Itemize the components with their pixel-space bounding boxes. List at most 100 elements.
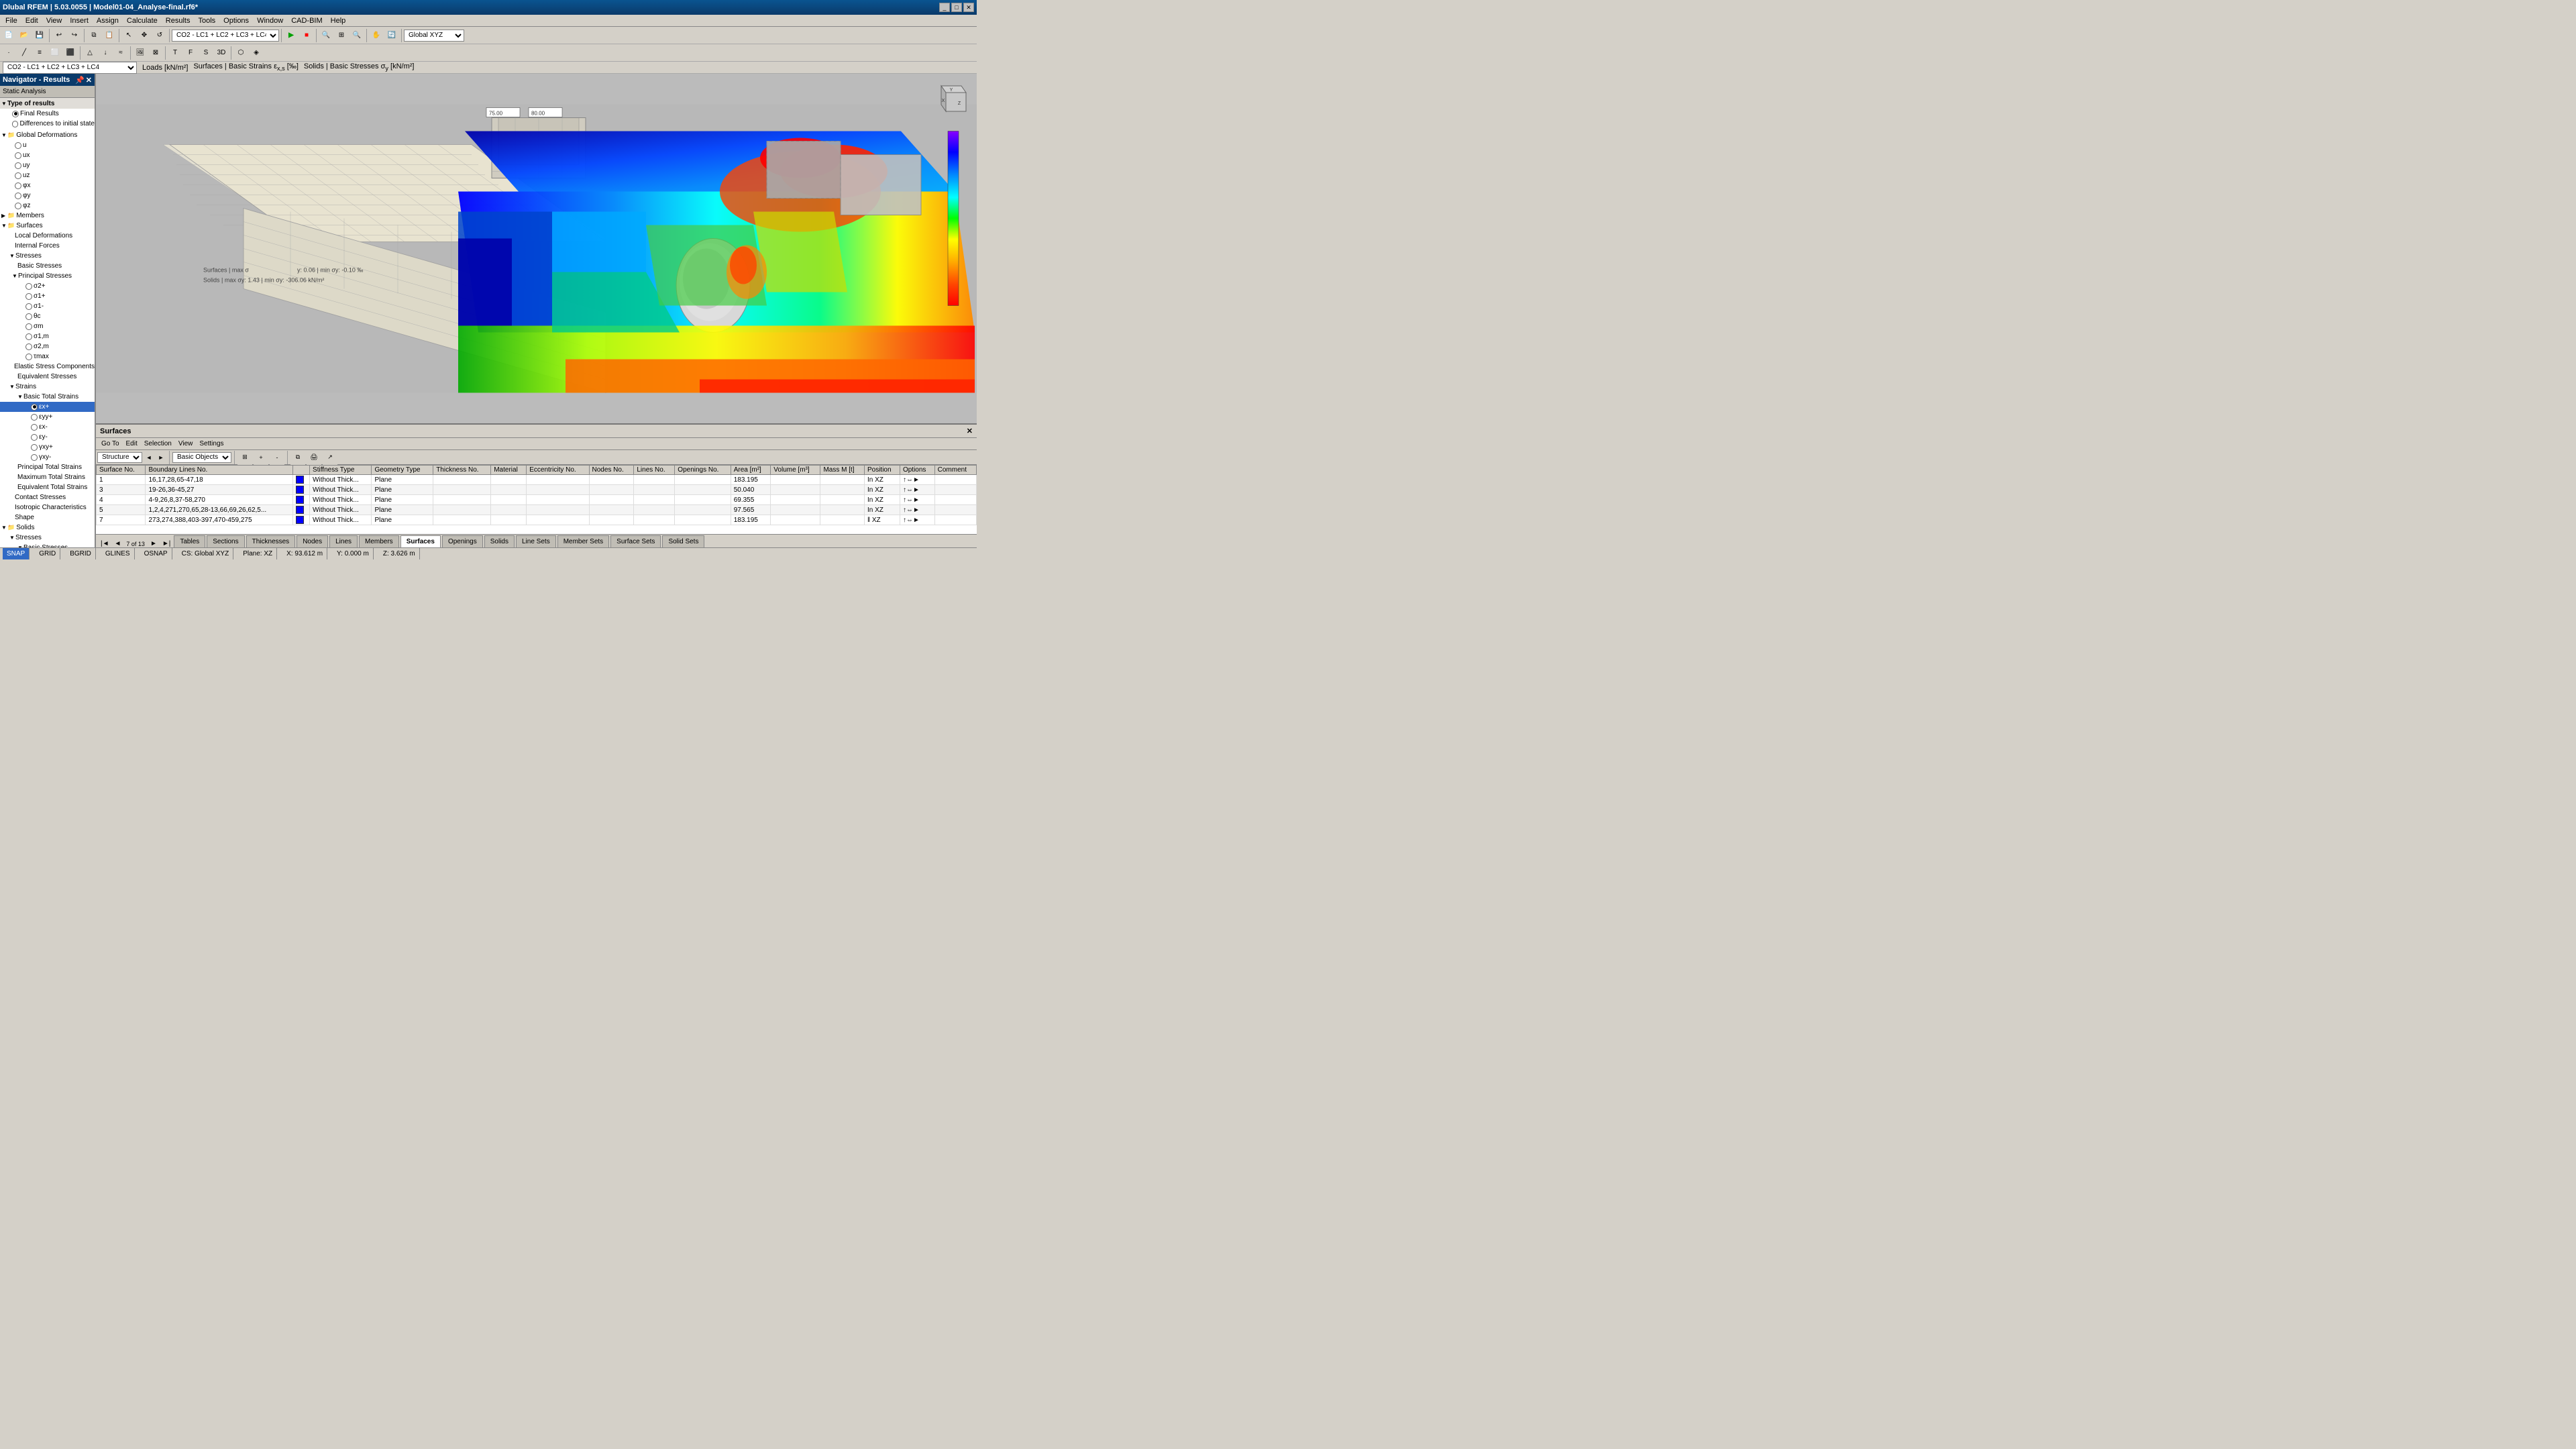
- table-row[interactable]: 7 273,274,388,403-397,470-459,275 Withou…: [97, 515, 977, 525]
- tb-del-row[interactable]: -: [270, 450, 284, 465]
- btab-members[interactable]: Members: [359, 535, 399, 547]
- edit-menu[interactable]: Edit: [123, 440, 140, 447]
- status-glines[interactable]: GLINES: [101, 548, 135, 559]
- tree-item-isotropic[interactable]: Isotropic Characteristics: [0, 502, 95, 513]
- tb2-supports[interactable]: △: [83, 46, 97, 60]
- tree-item-surfaces[interactable]: ▼ 📁 Surfaces: [0, 221, 95, 231]
- tb-table-export[interactable]: ↗: [323, 450, 337, 465]
- tree-item-gammaxyplus[interactable]: γxy+: [0, 442, 95, 452]
- tree-item-shape[interactable]: Shape: [0, 513, 95, 523]
- goto-menu[interactable]: Go To: [99, 440, 122, 447]
- col-stiffness[interactable]: Stiffness Type: [310, 466, 372, 475]
- btab-nodes[interactable]: Nodes: [297, 535, 328, 547]
- tb-orbit[interactable]: 🔄: [384, 28, 399, 43]
- structure-combo[interactable]: Structure: [97, 452, 142, 463]
- tree-item-max-total[interactable]: Maximum Total Strains: [0, 472, 95, 482]
- tb-save[interactable]: 💾: [32, 28, 47, 43]
- tree-item-exxplus[interactable]: εx+: [0, 402, 95, 412]
- col-thickness[interactable]: Thickness No.: [433, 466, 491, 475]
- col-volume[interactable]: Volume [m³]: [771, 466, 820, 475]
- tb2-render[interactable]: 🖼: [133, 46, 148, 60]
- table-row[interactable]: 3 19-26,36-45,27 Without Thick... Plane: [97, 485, 977, 495]
- nav-close-btn[interactable]: ✕: [86, 76, 92, 85]
- tb2-solids[interactable]: ⬛: [63, 46, 78, 60]
- tree-item-eyyminus[interactable]: εy-: [0, 432, 95, 442]
- tb-copy[interactable]: ⧉: [87, 28, 101, 43]
- btab-surface-sets[interactable]: Surface Sets: [610, 535, 661, 547]
- table-row[interactable]: 5 1,2,4,271,270,65,28-13,66,69,26,62,5..…: [97, 505, 977, 515]
- tb-add-row[interactable]: +: [254, 450, 268, 465]
- btab-line-sets[interactable]: Line Sets: [516, 535, 556, 547]
- col-color[interactable]: [293, 466, 310, 475]
- col-surface-no[interactable]: Surface No.: [97, 466, 146, 475]
- load-combo-top[interactable]: CO2 - LC1 + LC2 + LC3 + LC4: [3, 62, 137, 74]
- col-mass[interactable]: Mass M [t]: [820, 466, 865, 475]
- tree-item-phix[interactable]: φx: [0, 180, 95, 191]
- tb-filter[interactable]: ⊞: [237, 450, 252, 465]
- tb2-iso[interactable]: ⬡: [233, 46, 248, 60]
- col-position[interactable]: Position: [864, 466, 900, 475]
- minimize-btn[interactable]: _: [939, 3, 950, 12]
- tb2-loads[interactable]: ↓: [98, 46, 113, 60]
- tree-item-equiv-total[interactable]: Equivalent Total Strains: [0, 482, 95, 492]
- status-bgrid[interactable]: BGRID: [66, 548, 96, 559]
- btab-lines[interactable]: Lines: [329, 535, 358, 547]
- load-case-combo[interactable]: CO2 - LC1 + LC2 + LC3 + LC4: [172, 30, 279, 42]
- tree-item-uz[interactable]: uz: [0, 170, 95, 180]
- tree-item-u[interactable]: u: [0, 140, 95, 150]
- tb2-results[interactable]: ≈: [113, 46, 128, 60]
- tb2-side[interactable]: S: [199, 46, 213, 60]
- menu-results[interactable]: Results: [162, 16, 195, 25]
- tb2-members[interactable]: ≡: [32, 46, 47, 60]
- tb-zoom-fit[interactable]: ⊞: [334, 28, 349, 43]
- btab-surfaces[interactable]: Surfaces: [400, 535, 441, 547]
- menu-cadbim[interactable]: CAD-BIM: [287, 16, 326, 25]
- status-osnap[interactable]: OSNAP: [140, 548, 172, 559]
- nav-next-btn[interactable]: ►: [156, 452, 166, 463]
- nav-prev[interactable]: ◄: [113, 540, 123, 547]
- selection-menu[interactable]: Selection: [142, 440, 174, 447]
- menu-file[interactable]: File: [1, 16, 21, 25]
- tb-rotate[interactable]: ↺: [152, 28, 167, 43]
- col-nodes-no[interactable]: Nodes No.: [589, 466, 634, 475]
- tree-item-basic-total-strains[interactable]: ▼ Basic Total Strains: [0, 392, 95, 402]
- tb2-wire[interactable]: ⊠: [148, 46, 163, 60]
- tree-item-final-results[interactable]: Final Results: [0, 109, 95, 119]
- nav-first[interactable]: |◄: [99, 540, 111, 547]
- menu-options[interactable]: Options: [219, 16, 253, 25]
- col-geometry[interactable]: Geometry Type: [372, 466, 433, 475]
- settings-menu[interactable]: Settings: [197, 440, 226, 447]
- menu-help[interactable]: Help: [327, 16, 350, 25]
- tree-item-taumax[interactable]: τmax: [0, 352, 95, 362]
- tb-select[interactable]: ↖: [121, 28, 136, 43]
- tree-item-principal-stresses[interactable]: ▼ Principal Stresses: [0, 271, 95, 281]
- col-material[interactable]: Material: [491, 466, 527, 475]
- tree-item-solids-basic-stresses[interactable]: ▼ Basic Stresses: [0, 543, 95, 547]
- tb-stop[interactable]: ■: [299, 28, 314, 43]
- nav-pin-btn[interactable]: 📌: [75, 76, 85, 85]
- tb2-persp[interactable]: ◈: [249, 46, 264, 60]
- tb-run[interactable]: ▶: [284, 28, 299, 43]
- status-snap[interactable]: SNAP: [3, 548, 30, 559]
- col-boundary-lines[interactable]: Boundary Lines No.: [146, 466, 293, 475]
- tree-item-sigma1minus[interactable]: σ1-: [0, 301, 95, 311]
- btab-member-sets[interactable]: Member Sets: [557, 535, 609, 547]
- tree-item-sigmam[interactable]: σm: [0, 321, 95, 331]
- tree-item-ux[interactable]: ux: [0, 150, 95, 160]
- tb2-front[interactable]: F: [183, 46, 198, 60]
- col-eccentricity[interactable]: Eccentricity No.: [527, 466, 589, 475]
- col-area[interactable]: Area [m²]: [731, 466, 771, 475]
- close-btn[interactable]: ✕: [963, 3, 974, 12]
- btab-thicknesses[interactable]: Thicknesses: [246, 535, 296, 547]
- tree-item-uy[interactable]: uy: [0, 160, 95, 170]
- btab-solid-sets[interactable]: Solid Sets: [662, 535, 704, 547]
- tree-item-gammaxyminus[interactable]: γxy-: [0, 452, 95, 462]
- tb-redo[interactable]: ↪: [67, 28, 82, 43]
- view-menu[interactable]: View: [176, 440, 196, 447]
- orientation-cube[interactable]: Y X Z: [931, 79, 971, 119]
- menu-tools[interactable]: Tools: [194, 16, 219, 25]
- tree-item-phiy[interactable]: φy: [0, 191, 95, 201]
- tb-open[interactable]: 📂: [17, 28, 32, 43]
- nav-next[interactable]: ►: [148, 540, 159, 547]
- tb-zoom-in[interactable]: 🔍: [319, 28, 333, 43]
